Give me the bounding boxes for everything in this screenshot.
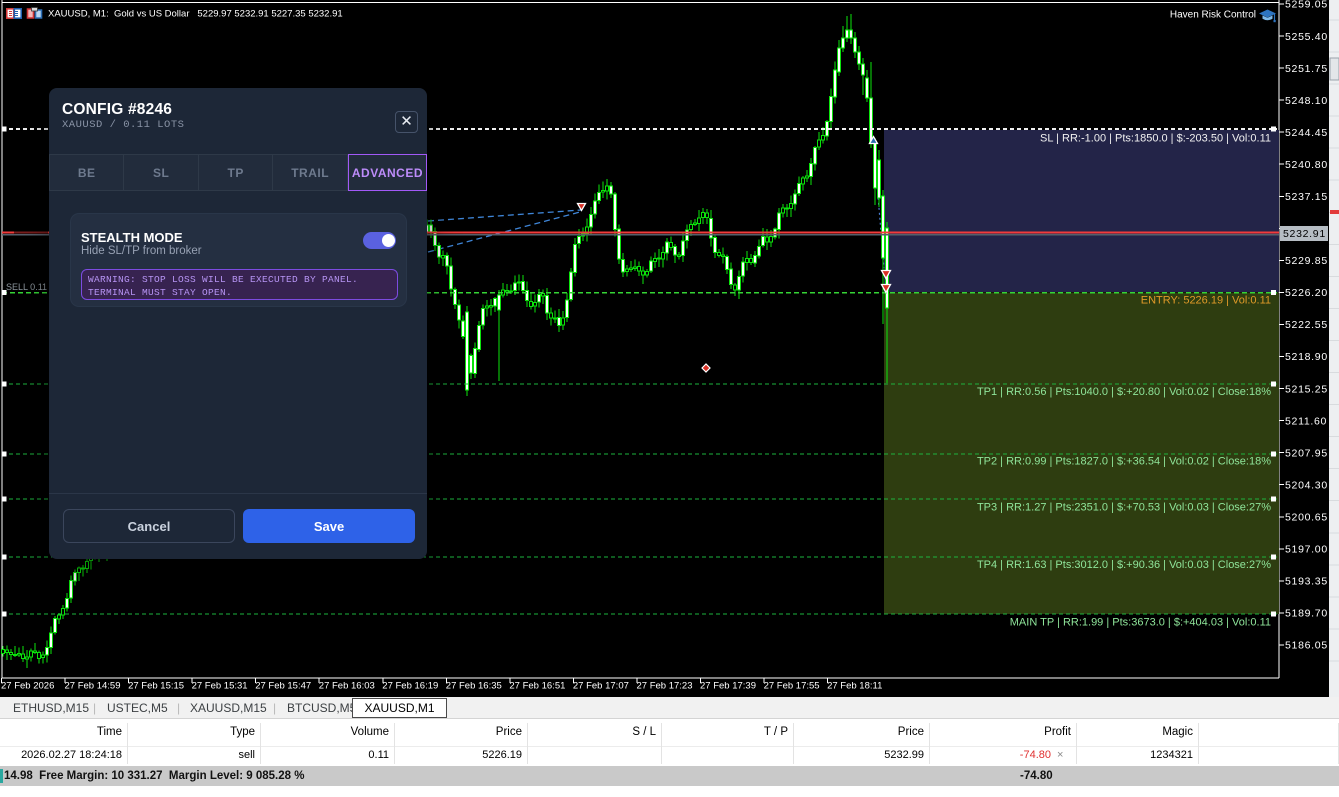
svg-text:SELL 0.11: SELL 0.11 [6,282,47,292]
svg-text:5229.85: 5229.85 [1285,255,1328,267]
svg-text:TP1 | RR:0.56 | Pts:1040.0 | $: TP1 | RR:0.56 | Pts:1040.0 | $:+20.80 | … [977,386,1271,398]
svg-text:5207.95: 5207.95 [1285,447,1328,459]
svg-text:5189.70: 5189.70 [1285,608,1328,620]
svg-text:27 Feb 18:11: 27 Feb 18:11 [827,681,882,692]
svg-text:TP3 | RR:1.27 | Pts:2351.0 | $: TP3 | RR:1.27 | Pts:2351.0 | $:+70.53 | … [977,502,1271,514]
svg-text:5237.15: 5237.15 [1285,191,1328,203]
svg-text:27 Feb 15:15: 27 Feb 15:15 [128,681,184,692]
svg-text:5244.45: 5244.45 [1285,127,1328,139]
svg-text:27 Feb 2026: 27 Feb 2026 [1,681,54,692]
svg-text:5200.65: 5200.65 [1285,512,1328,524]
svg-text:27 Feb 17:39: 27 Feb 17:39 [700,681,756,692]
svg-text:5211.60: 5211.60 [1285,415,1327,427]
svg-text:5215.25: 5215.25 [1285,383,1328,395]
svg-text:TP4 | RR:1.63 | Pts:3012.0 | $: TP4 | RR:1.63 | Pts:3012.0 | $:+90.36 | … [977,559,1271,571]
svg-text:5197.00: 5197.00 [1285,544,1328,556]
svg-text:27 Feb 16:51: 27 Feb 16:51 [509,681,565,692]
svg-text:5251.75: 5251.75 [1285,63,1328,75]
svg-text:5193.35: 5193.35 [1285,576,1328,588]
svg-text:ENTRY: 5226.19 | Vol:0.11: ENTRY: 5226.19 | Vol:0.11 [1141,295,1271,307]
svg-text:5218.90: 5218.90 [1285,351,1328,363]
svg-text:27 Feb 16:35: 27 Feb 16:35 [446,681,502,692]
svg-text:MAIN TP | RR:1.99 | Pts:3673.0: MAIN TP | RR:1.99 | Pts:3673.0 | $:+404.… [1010,617,1271,629]
svg-text:5240.80: 5240.80 [1285,159,1328,171]
svg-text:XAUUSD, M1: Gold vs US Dollar: XAUUSD, M1: Gold vs US Dollar 5229.97 52… [48,9,343,20]
svg-text:5255.40: 5255.40 [1285,31,1328,43]
svg-text:27 Feb 17:55: 27 Feb 17:55 [764,681,820,692]
svg-text:27 Feb 15:31: 27 Feb 15:31 [192,681,248,692]
svg-text:5232.91: 5232.91 [1283,228,1326,240]
svg-text:5259.05: 5259.05 [1285,0,1328,11]
svg-text:5204.30: 5204.30 [1285,479,1328,491]
svg-text:TP2 | RR:0.99 | Pts:1827.0 | $: TP2 | RR:0.99 | Pts:1827.0 | $:+36.54 | … [977,456,1271,468]
svg-text:27 Feb 15:47: 27 Feb 15:47 [255,681,311,692]
svg-text:27 Feb 16:19: 27 Feb 16:19 [382,681,438,692]
svg-text:27 Feb 16:03: 27 Feb 16:03 [319,681,375,692]
svg-text:5222.55: 5222.55 [1285,319,1328,331]
svg-text:27 Feb 17:23: 27 Feb 17:23 [637,681,693,692]
svg-text:27 Feb 14:59: 27 Feb 14:59 [65,681,121,692]
svg-text:Haven Risk Control: Haven Risk Control [1170,10,1256,21]
svg-text:5226.20: 5226.20 [1285,287,1328,299]
svg-text:5186.05: 5186.05 [1285,640,1328,652]
svg-text:SL | RR:-1.00 | Pts:1850.0 | $: SL | RR:-1.00 | Pts:1850.0 | $:-203.50 |… [1040,133,1271,145]
svg-text:5248.10: 5248.10 [1285,95,1328,107]
svg-text:27 Feb 17:07: 27 Feb 17:07 [573,681,629,692]
